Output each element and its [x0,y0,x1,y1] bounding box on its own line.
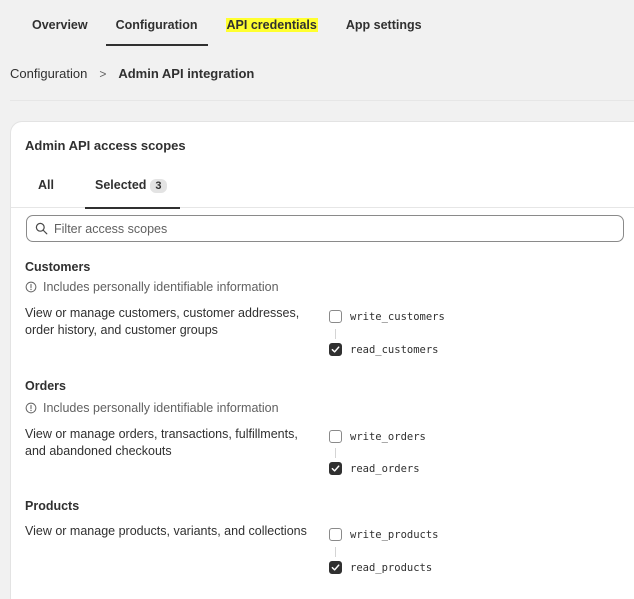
selected-count-badge: 3 [150,179,167,193]
write-customers-box[interactable] [329,310,342,323]
customers-pii-text: Includes personally identifiable informa… [43,280,279,294]
breadcrumb-current: Admin API integration [118,66,255,81]
scope-connector [335,547,336,557]
breadcrumb: Configuration > Admin API integration [10,66,254,81]
write-customers-label: write_customers [350,310,445,323]
read-products-box[interactable] [329,561,342,574]
products-section-title: Products [25,499,80,513]
read-orders-box[interactable] [329,462,342,475]
top-tabs: Overview Configuration API credentials A… [10,0,634,50]
breadcrumb-separator: > [99,66,107,81]
tab-api-credentials[interactable]: API credentials [225,18,318,46]
info-icon [25,402,37,414]
tab-configuration[interactable]: Configuration [105,18,208,46]
write-products-box[interactable] [329,528,342,541]
read-customers-checkbox[interactable]: read_customers [329,343,439,356]
orders-section-title: Orders [25,379,66,393]
write-products-label: write_products [350,528,439,541]
read-customers-label: read_customers [350,343,439,356]
orders-pii-note: Includes personally identifiable informa… [25,401,279,415]
scope-connector [335,448,336,458]
tab-overview[interactable]: Overview [32,18,88,46]
checkmark-icon [331,564,340,571]
scope-tabs: All Selected 3 [11,166,634,209]
products-description: View or manage products, variants, and c… [25,524,307,538]
tab-app-settings[interactable]: App settings [346,18,422,46]
tab-api-credentials-label: API credentials [225,18,318,32]
header-divider [10,100,634,101]
orders-pii-text: Includes personally identifiable informa… [43,401,279,415]
tab-selected-label: Selected [95,178,147,192]
search-icon [35,222,48,235]
read-orders-label: read_orders [350,462,420,475]
tab-all[interactable]: All [38,178,54,208]
write-orders-box[interactable] [329,430,342,443]
scope-connector [335,329,336,339]
access-scopes-card: Admin API access scopes All Selected3 Cu… [10,121,634,599]
filter-input[interactable] [54,221,594,236]
info-icon [25,281,37,293]
write-products-checkbox[interactable]: write_products [329,528,439,541]
write-orders-checkbox[interactable]: write_orders [329,430,426,443]
read-products-label: read_products [350,561,433,574]
checkmark-icon [331,346,340,353]
read-customers-box[interactable] [329,343,342,356]
tab-selected[interactable]: Selected 3 [85,178,180,209]
write-orders-label: write_orders [350,430,426,443]
customers-description: View or manage customers, customer addre… [25,306,300,337]
read-orders-checkbox[interactable]: read_orders [329,462,420,475]
filter-field[interactable] [26,215,624,242]
breadcrumb-configuration-link[interactable]: Configuration [10,66,87,81]
orders-description: View or manage orders, transactions, ful… [25,427,298,458]
customers-section-title: Customers [25,260,91,274]
customers-pii-note: Includes personally identifiable informa… [25,280,279,294]
write-customers-checkbox[interactable]: write_customers [329,310,445,323]
checkmark-icon [331,465,340,472]
read-products-checkbox[interactable]: read_products [329,561,432,574]
card-title: Admin API access scopes [25,138,186,153]
